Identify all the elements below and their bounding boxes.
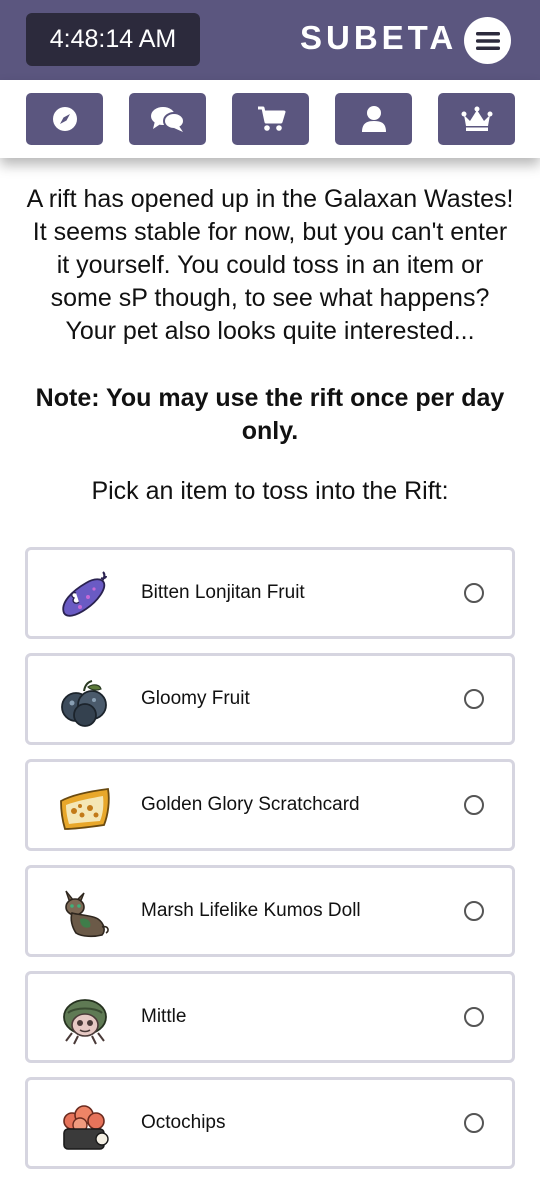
nav-bar [0,80,540,158]
compass-icon [52,107,77,131]
top-bar: 4:48:14 AM SUBETA [0,0,540,80]
menu-button[interactable] [464,17,511,64]
item-name: Gloomy Fruit [141,688,250,709]
rift-note: Note: You may use the rift once per day … [35,384,505,445]
gloomy-fruit-icon [61,680,107,727]
item-name: Mittle [141,1006,187,1027]
item-radio[interactable] [464,795,484,815]
item-option[interactable]: Mittle [25,971,515,1063]
cart-icon [257,106,285,131]
mittle-icon [63,999,107,1045]
nav-shop-button[interactable] [232,93,309,145]
nav-profile-button[interactable] [335,93,412,145]
chat-icon [150,107,185,132]
item-name: Marsh Lifelike Kumos Doll [141,900,361,921]
item-option[interactable]: Gloomy Fruit [25,653,515,745]
item-option[interactable]: Octochips [25,1077,515,1169]
kumos-doll-icon [65,890,109,938]
item-radio[interactable] [464,1113,484,1133]
item-radio[interactable] [464,901,484,921]
item-list: Bitten Lonjitan Fruit Gloomy Fruit Golde… [25,547,515,1183]
item-option[interactable]: Marsh Lifelike Kumos Doll [25,865,515,957]
crown-icon [461,106,492,131]
user-icon [361,106,386,132]
nav-premium-button[interactable] [438,93,515,145]
item-name: Octochips [141,1112,226,1133]
nav-chat-button[interactable] [129,93,206,145]
item-radio[interactable] [464,1007,484,1027]
intro-text: A rift has opened up in the Galaxan Wast… [26,185,514,345]
scratchcard-icon [60,787,110,830]
item-name: Bitten Lonjitan Fruit [141,582,305,603]
item-option[interactable]: Golden Glory Scratchcard [25,759,515,851]
hamburger-icon [475,31,500,50]
item-option[interactable]: Bitten Lonjitan Fruit [25,547,515,639]
clock-display: 4:48:14 AM [26,13,200,66]
site-logo[interactable]: SUBETA [300,19,457,57]
item-radio[interactable] [464,583,484,603]
pick-prompt: Pick an item to toss into the Rift: [91,477,449,505]
octochips-icon [63,1105,109,1150]
nav-explore-button[interactable] [26,93,103,145]
item-name: Golden Glory Scratchcard [141,794,360,815]
item-radio[interactable] [464,689,484,709]
bitten-fruit-icon [62,571,107,617]
